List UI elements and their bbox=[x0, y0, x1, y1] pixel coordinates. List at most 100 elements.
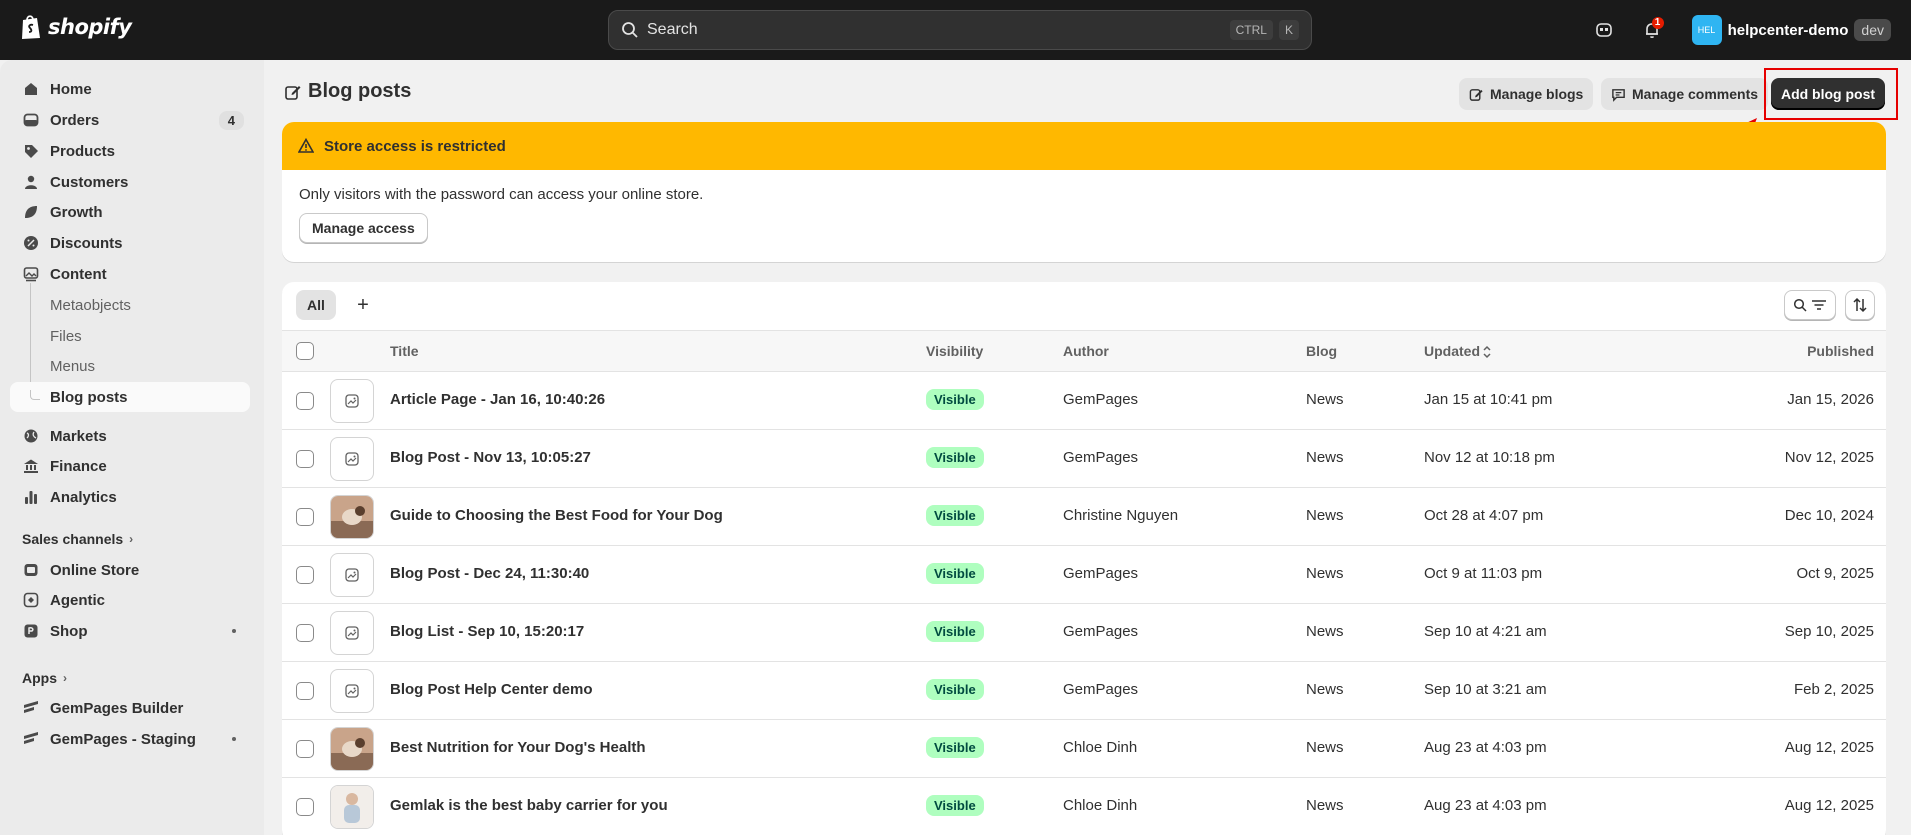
table-row[interactable]: Blog List - Sep 10, 15:20:17 Visible GemPa… bbox=[282, 604, 1886, 662]
sidebar-item-customers[interactable]: Customers bbox=[10, 167, 250, 197]
sidebar-item-online-store[interactable]: Online Store bbox=[10, 555, 250, 585]
post-updated: Jan 15 at 10:41 pm bbox=[1424, 391, 1553, 408]
post-title[interactable]: Blog Post Help Center demo bbox=[390, 681, 593, 698]
row-checkbox[interactable] bbox=[296, 566, 314, 584]
post-title[interactable]: Gemlak is the best baby carrier for you bbox=[390, 797, 668, 814]
image-placeholder-icon bbox=[345, 452, 359, 466]
chevron-right-icon: › bbox=[63, 671, 67, 685]
post-blog: News bbox=[1306, 391, 1344, 408]
notifications-button[interactable]: 1 bbox=[1632, 10, 1672, 50]
row-checkbox[interactable] bbox=[296, 798, 314, 816]
sidebar-item-gempages-staging[interactable]: GemPages - Staging bbox=[10, 724, 250, 754]
sidebar-item-home[interactable]: Home bbox=[10, 74, 250, 104]
table-row[interactable]: Gemlak is the best baby carrier for you V… bbox=[282, 778, 1886, 835]
sidebar-item-discounts[interactable]: Discounts bbox=[10, 228, 250, 258]
home-icon bbox=[22, 80, 40, 98]
tab-all[interactable]: All bbox=[296, 290, 336, 320]
sidebar-item-products[interactable]: Products bbox=[10, 136, 250, 166]
row-checkbox[interactable] bbox=[296, 508, 314, 526]
apps-heading[interactable]: Apps › bbox=[22, 670, 67, 686]
post-blog: News bbox=[1306, 739, 1344, 756]
shopify-wordmark: shopify bbox=[48, 15, 132, 39]
row-checkbox[interactable] bbox=[296, 450, 314, 468]
orders-count-badge: 4 bbox=[218, 110, 244, 130]
post-published: Oct 9, 2025 bbox=[1796, 565, 1874, 582]
table-row[interactable]: Guide to Choosing the Best Food for Your… bbox=[282, 488, 1886, 546]
shopify-logo[interactable]: shopify bbox=[20, 14, 132, 40]
table-row[interactable]: Best Nutrition for Your Dog's Health Visi… bbox=[282, 720, 1886, 778]
store-avatar[interactable]: HEL bbox=[1691, 15, 1722, 45]
post-title[interactable]: Blog Post - Nov 13, 10:05:27 bbox=[390, 449, 591, 466]
manage-access-button[interactable]: Manage access bbox=[299, 213, 428, 243]
store-name[interactable]: helpcenter-demo bbox=[1728, 22, 1849, 39]
column-header-blog[interactable]: Blog bbox=[1306, 343, 1337, 359]
row-checkbox[interactable] bbox=[296, 740, 314, 758]
sidebar-item-finance[interactable]: Finance bbox=[10, 451, 250, 481]
post-title[interactable]: Blog List - Sep 10, 15:20:17 bbox=[390, 623, 584, 640]
post-thumbnail-image bbox=[331, 728, 373, 770]
post-title[interactable]: Guide to Choosing the Best Food for Your… bbox=[390, 507, 723, 524]
sales-channels-heading[interactable]: Sales channels › bbox=[22, 531, 133, 547]
search-icon bbox=[622, 22, 638, 38]
sidebar-item-files[interactable]: Files bbox=[10, 321, 250, 351]
row-checkbox[interactable] bbox=[296, 682, 314, 700]
row-checkbox[interactable] bbox=[296, 624, 314, 642]
sidebar-item-markets[interactable]: Markets bbox=[10, 421, 250, 451]
sidebar-item-label: GemPages Builder bbox=[50, 699, 184, 717]
sales-channels-label: Sales channels bbox=[22, 531, 124, 547]
column-header-author[interactable]: Author bbox=[1063, 343, 1109, 359]
sidebar-item-menus[interactable]: Menus bbox=[10, 351, 250, 381]
sidebar-item-label: Online Store bbox=[50, 561, 140, 579]
post-updated: Aug 23 at 4:03 pm bbox=[1424, 797, 1547, 814]
post-updated: Aug 23 at 4:03 pm bbox=[1424, 739, 1547, 756]
sidebar-item-agentic[interactable]: Agentic bbox=[10, 585, 250, 615]
manage-comments-button[interactable]: Manage comments bbox=[1601, 78, 1769, 110]
banner-body: Only visitors with the password can acce… bbox=[282, 170, 1886, 259]
sidebar-item-label: Products bbox=[50, 142, 116, 160]
post-title[interactable]: Blog Post - Dec 24, 11:30:40 bbox=[390, 565, 589, 582]
post-title[interactable]: Best Nutrition for Your Dog's Health bbox=[390, 739, 646, 756]
column-header-published[interactable]: Published bbox=[1807, 343, 1874, 359]
edit-icon bbox=[1469, 88, 1483, 101]
column-header-title[interactable]: Title bbox=[390, 343, 419, 359]
table-row[interactable]: Blog Post - Dec 24, 11:30:40 Visible GemPa… bbox=[282, 546, 1886, 604]
column-header-visibility[interactable]: Visibility bbox=[926, 343, 983, 359]
comment-icon bbox=[1612, 88, 1625, 102]
sidebar-item-analytics[interactable]: Analytics bbox=[10, 482, 250, 512]
sidebar-item-orders[interactable]: Orders 4 bbox=[10, 105, 250, 135]
post-updated: Oct 9 at 11:03 pm bbox=[1424, 565, 1543, 582]
page-title-text: Blog posts bbox=[308, 80, 412, 102]
orders-icon bbox=[22, 111, 40, 129]
sidekick-button[interactable] bbox=[1584, 10, 1624, 50]
search-bar[interactable]: Search CTRL K bbox=[608, 10, 1312, 50]
sidebar-item-growth[interactable]: Growth bbox=[10, 197, 250, 227]
sidebar-item-metaobjects[interactable]: Metaobjects bbox=[10, 290, 250, 320]
sidebar-item-gempages-builder[interactable]: GemPages Builder bbox=[10, 693, 250, 723]
table-row[interactable]: Blog Post Help Center demo Visible GemPage… bbox=[282, 662, 1886, 720]
post-title[interactable]: Article Page - Jan 16, 10:40:26 bbox=[390, 391, 605, 408]
sidebar-item-shop[interactable]: Shop bbox=[10, 616, 250, 646]
add-view-button[interactable]: + bbox=[348, 290, 378, 320]
manage-blogs-button[interactable]: Manage blogs bbox=[1459, 78, 1594, 110]
search-placeholder: Search bbox=[647, 21, 698, 38]
apps-label: Apps bbox=[22, 670, 57, 686]
post-author: GemPages bbox=[1063, 391, 1139, 408]
post-thumbnail bbox=[330, 553, 374, 597]
search-filter-button[interactable] bbox=[1784, 290, 1836, 320]
row-checkbox[interactable] bbox=[296, 392, 314, 410]
sort-icon bbox=[1853, 297, 1867, 313]
annotation-highlight-box bbox=[1764, 68, 1898, 120]
table-row[interactable]: Article Page - Jan 16, 10:40:26 Visible Ge… bbox=[282, 372, 1886, 430]
notification-count-badge: 1 bbox=[1651, 17, 1664, 29]
table-row[interactable]: Blog Post - Nov 13, 10:05:27 Visible GemPa… bbox=[282, 430, 1886, 488]
column-header-updated[interactable]: Updated bbox=[1424, 343, 1480, 359]
sidebar: Home Orders 4 Products Customers Growth … bbox=[0, 60, 264, 835]
sidebar-item-content[interactable]: Content bbox=[10, 259, 250, 289]
post-published: Jan 15, 2026 bbox=[1787, 391, 1874, 408]
agentic-icon bbox=[22, 591, 40, 609]
sidebar-item-blog-posts[interactable]: Blog posts bbox=[10, 382, 250, 412]
post-updated: Oct 28 at 4:07 pm bbox=[1424, 507, 1544, 524]
visibility-badge: Visible bbox=[926, 795, 984, 816]
select-all-checkbox[interactable] bbox=[296, 342, 314, 360]
sort-button[interactable] bbox=[1845, 290, 1875, 320]
